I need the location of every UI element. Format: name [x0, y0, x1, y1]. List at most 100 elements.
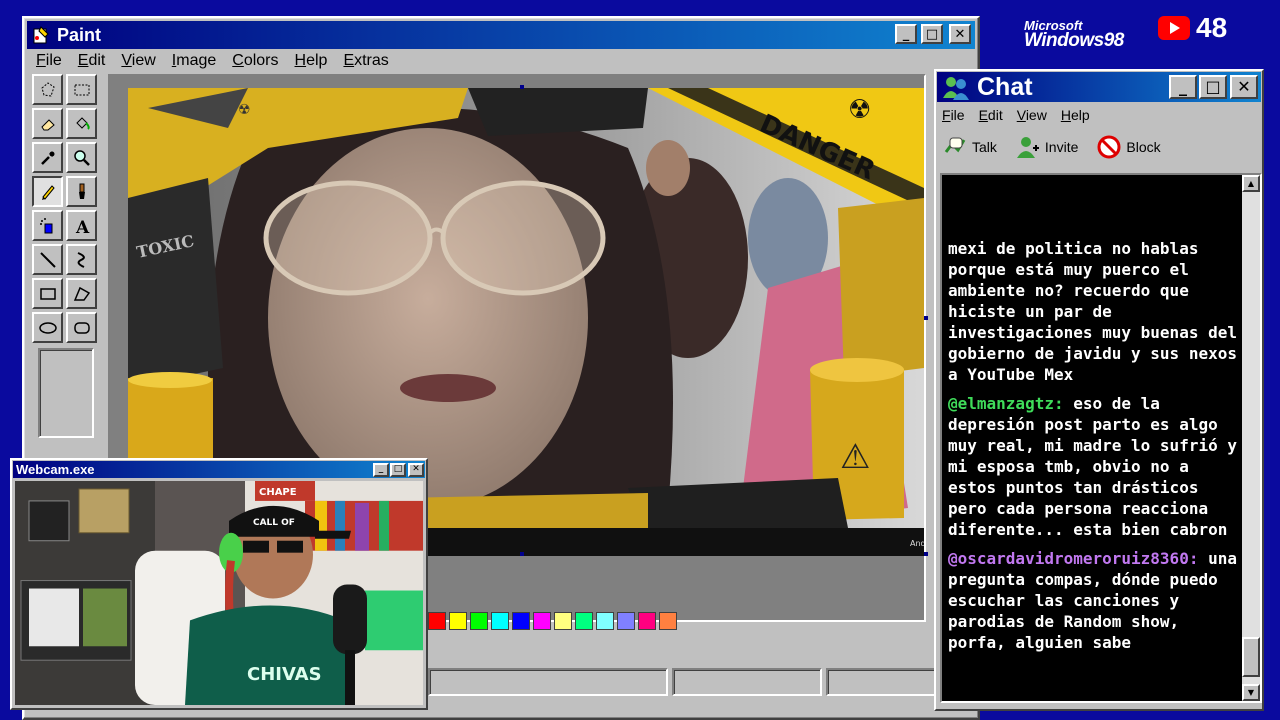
webcam-maximize-button[interactable]: □ [390, 462, 406, 477]
shirt-text: CHIVAS [247, 664, 322, 685]
chat-users-icon [943, 77, 969, 100]
palette-swatch[interactable] [428, 612, 446, 630]
block-label: Block [1126, 139, 1161, 155]
chat-titlebar[interactable]: Chat _ □ ✕ [937, 72, 1261, 102]
invite-button[interactable]: Invite [1015, 134, 1078, 160]
chat-message: mexi de politica no hablas porque está m… [948, 238, 1238, 385]
text-tool[interactable]: A [66, 210, 97, 241]
chat-username[interactable]: @elmanzagtz: [948, 394, 1064, 413]
scroll-down-button[interactable]: ▼ [1242, 684, 1260, 701]
rectangle-tool[interactable] [32, 278, 63, 309]
windows98-text: Windows98 [1024, 30, 1124, 51]
menu-file[interactable]: File [36, 52, 62, 70]
chat-messages[interactable]: mexi de politica no hablas porque está m… [940, 173, 1262, 703]
palette-swatch[interactable] [470, 612, 488, 630]
palette-swatch[interactable] [491, 612, 509, 630]
chat-minimize-button[interactable]: _ [1169, 75, 1197, 99]
svg-text:☢: ☢ [848, 95, 871, 125]
maximize-button[interactable]: □ [921, 24, 943, 44]
palette-swatch[interactable] [533, 612, 551, 630]
menu-help[interactable]: Help [295, 52, 328, 70]
windows98-logo: Microsoft Windows98 [1024, 18, 1124, 52]
menu-colors[interactable]: Colors [232, 52, 278, 70]
chat-menu-help[interactable]: Help [1061, 107, 1090, 123]
chat-menu-view[interactable]: View [1017, 107, 1047, 123]
tool-options-panel[interactable] [38, 348, 94, 438]
ellipse-tool[interactable] [32, 312, 63, 343]
scroll-up-button[interactable]: ▲ [1242, 175, 1260, 192]
color-picker-tool[interactable] [32, 142, 63, 173]
brush-icon [78, 183, 85, 199]
rect-select-tool[interactable] [66, 74, 97, 105]
rectangle-icon [39, 287, 56, 300]
webcam-close-button[interactable]: ✕ [408, 462, 424, 477]
eraser-tool[interactable] [32, 108, 63, 139]
paint-menubar: File Edit View Image Colors Help Extras [27, 50, 975, 72]
brush-tool[interactable] [66, 176, 97, 207]
palette-swatch[interactable] [596, 612, 614, 630]
resize-handle-top[interactable] [520, 85, 524, 89]
webcam-window: Webcam.exe _ □ ✕ CHAPE CALL OF CHIVAS [10, 458, 428, 710]
status-panel-1 [428, 668, 668, 696]
paint-title: Paint [57, 24, 102, 45]
magnifier-tool[interactable] [66, 142, 97, 173]
chat-message-text: mexi de politica no hablas porque está m… [948, 239, 1237, 384]
palette-swatch[interactable] [638, 612, 656, 630]
line-tool[interactable] [32, 244, 63, 275]
menu-edit[interactable]: Edit [78, 52, 106, 70]
palette-swatch[interactable] [659, 612, 677, 630]
svg-text:⚠: ⚠ [840, 437, 870, 477]
free-select-icon [40, 81, 55, 97]
chat-maximize-button[interactable]: □ [1199, 75, 1227, 99]
webcam-feed: CHAPE CALL OF CHIVAS [15, 481, 423, 705]
scroll-thumb[interactable] [1242, 637, 1260, 677]
invite-icon [1016, 137, 1039, 158]
webcam-banner-text: CHAPE [259, 487, 297, 498]
palette-swatch[interactable] [617, 612, 635, 630]
status-panel-2 [672, 668, 822, 696]
cap-text: CALL OF [253, 518, 295, 528]
close-button[interactable]: ✕ [949, 24, 971, 44]
pencil-tool[interactable] [32, 176, 63, 207]
resize-handle-corner[interactable] [924, 552, 928, 556]
talk-button[interactable]: Talk [942, 134, 997, 160]
palette-swatch[interactable] [449, 612, 467, 630]
youtube-counter: 48 [1158, 12, 1227, 44]
chat-menu-edit[interactable]: Edit [979, 107, 1003, 123]
rounded-rect-tool[interactable] [66, 312, 97, 343]
airbrush-tool[interactable] [32, 210, 63, 241]
resize-handle-right[interactable] [924, 316, 928, 320]
palette-swatch[interactable] [512, 612, 530, 630]
canvas-caption: Andy [910, 539, 924, 548]
svg-text:☢: ☢ [238, 102, 251, 118]
palette-swatch[interactable] [554, 612, 572, 630]
chat-username[interactable]: @oscardavidromeroruiz8360: [948, 549, 1198, 568]
webcam-minimize-button[interactable]: _ [373, 462, 389, 477]
free-select-tool[interactable] [32, 74, 63, 105]
resize-handle-bottom[interactable] [520, 552, 524, 556]
ellipse-icon [38, 321, 57, 334]
paint-titlebar[interactable]: Paint _ □ ✕ [27, 21, 975, 49]
chat-scrollbar[interactable]: ▲ ▼ [1242, 175, 1260, 701]
invite-label: Invite [1044, 139, 1079, 155]
eyedropper-icon [40, 151, 54, 165]
block-button[interactable]: Block [1096, 134, 1161, 160]
menu-extras[interactable]: Extras [343, 52, 388, 70]
chat-message: @elmanzagtz: eso de la depresión post pa… [948, 393, 1238, 540]
chat-menu-file[interactable]: File [942, 107, 965, 123]
polygon-tool[interactable] [66, 278, 97, 309]
menu-view[interactable]: View [121, 52, 155, 70]
minimize-button[interactable]: _ [895, 24, 917, 44]
webcam-titlebar[interactable]: Webcam.exe _ □ ✕ [13, 461, 425, 478]
line-icon [39, 251, 56, 268]
eraser-icon [40, 118, 55, 130]
fill-tool[interactable] [66, 108, 97, 139]
chat-close-button[interactable]: ✕ [1230, 75, 1258, 99]
palette-swatch[interactable] [575, 612, 593, 630]
webcam-scene: CHAPE CALL OF CHIVAS [15, 481, 423, 705]
talk-icon [944, 137, 966, 153]
chat-menubar: File Edit View Help [942, 105, 1104, 125]
polygon-icon [73, 286, 90, 301]
curve-tool[interactable] [66, 244, 97, 275]
menu-image[interactable]: Image [172, 52, 216, 70]
